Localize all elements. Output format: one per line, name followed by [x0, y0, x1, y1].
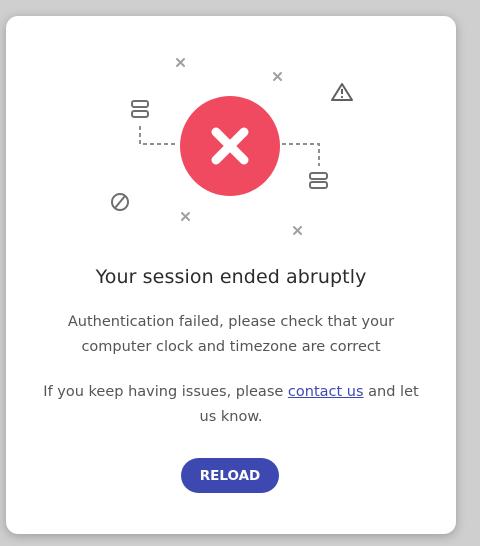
error-message: Authentication failed, please check that… [67, 314, 395, 355]
blocked-icon [111, 193, 129, 211]
error-x-icon [180, 96, 280, 196]
server-icon [309, 172, 328, 189]
session-ended-dialog: Your session ended abruptly Authenticati… [6, 16, 456, 534]
contact-us-link[interactable]: contact us [288, 384, 364, 400]
warning-icon [331, 83, 353, 101]
server-icon [131, 100, 149, 118]
error-illustration [111, 58, 353, 235]
reload-button[interactable]: RELOAD [181, 458, 279, 493]
x-mark-icon [293, 226, 302, 235]
x-mark-icon [181, 212, 190, 221]
x-mark-icon [273, 72, 282, 81]
dialog-title: Your session ended abruptly [95, 266, 367, 288]
dashed-connector-left [139, 126, 178, 145]
dashed-connector-right [282, 143, 320, 166]
help-text-prefix: If you keep having issues, please [43, 384, 288, 400]
x-mark-icon [176, 58, 185, 67]
help-text: If you keep having issues, please contac… [36, 380, 426, 430]
